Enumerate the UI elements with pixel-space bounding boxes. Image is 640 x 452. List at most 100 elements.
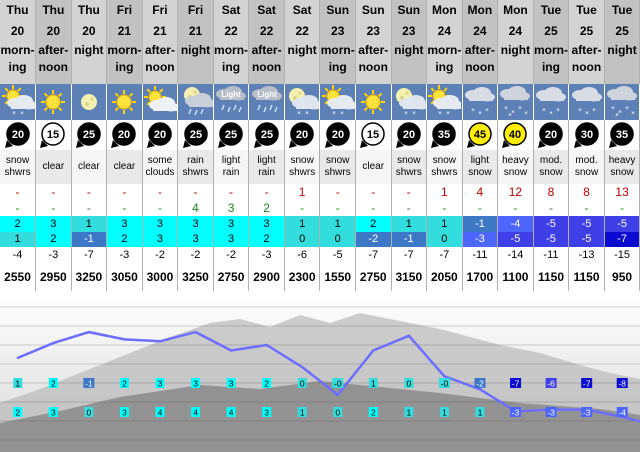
temp-label: 2 — [13, 407, 23, 418]
period-header: Thu 20 morn- ing — [0, 0, 37, 84]
weather-icon-cell — [35, 84, 72, 120]
temp-label: 1 — [439, 407, 449, 418]
wind-cell: 20 — [533, 120, 570, 150]
period-header: Mon 24 night — [497, 0, 534, 84]
period-time: night — [287, 43, 317, 57]
svg-text:15: 15 — [47, 129, 59, 141]
period-header: Sat 22 morn- ing — [213, 0, 250, 84]
rain-amount: - — [0, 200, 37, 216]
period-date: 24 — [473, 24, 487, 38]
svg-text:*: * — [439, 110, 443, 118]
freezing-level-point — [407, 334, 411, 337]
svg-text:3: 3 — [229, 379, 234, 389]
max-temp: 1 — [426, 216, 463, 232]
svg-text:*: * — [447, 110, 451, 118]
rain-amount: - — [284, 200, 321, 216]
temp-label: -6 — [545, 378, 557, 389]
wind-cell: 25 — [248, 120, 285, 150]
period-time: after- noon — [251, 43, 282, 74]
svg-text:*: * — [512, 109, 516, 117]
sun-icon — [41, 90, 66, 114]
freezing-level-point — [87, 330, 91, 334]
period-header: Tue 25 night — [604, 0, 640, 84]
period-day: Sat — [257, 3, 276, 17]
freezing-level: 1100 — [497, 263, 534, 291]
period-date: 22 — [295, 24, 309, 38]
period-day: Thu — [42, 3, 65, 17]
svg-text:2: 2 — [122, 379, 127, 389]
rain-amount-row: -----432---------- — [0, 200, 640, 216]
min-temp: 0 — [426, 232, 463, 247]
freezing-level-point — [16, 356, 19, 360]
period-header-row: Thu 20 morn- ing Thu 20 after- noon Thu 20 night… — [0, 0, 640, 84]
temp-label: -4 — [616, 407, 628, 418]
summary-cell: snow shwrs — [284, 150, 321, 184]
moon-snow-icon: * * — [395, 88, 426, 118]
period-header: Fri 21 after- noon — [142, 0, 179, 84]
cloud-snow-icon: * * * — [535, 87, 566, 118]
period-day: Fri — [116, 3, 133, 17]
wind-chill: -7 — [391, 247, 428, 263]
freezing-level: 3250 — [71, 263, 108, 291]
svg-text:3: 3 — [193, 379, 198, 389]
svg-text:*: * — [305, 110, 309, 118]
snow-amount: 4 — [462, 184, 499, 200]
period-time: night — [74, 43, 104, 57]
svg-text:1: 1 — [442, 408, 447, 418]
svg-text:25: 25 — [189, 129, 201, 141]
snow-amount: 8 — [568, 184, 605, 200]
period-time: night — [180, 43, 211, 57]
svg-text:-7: -7 — [512, 379, 520, 389]
weather-icon-cell: * * — [391, 84, 428, 120]
period-day: Tue — [611, 3, 633, 17]
wind-cell: 25 — [177, 120, 214, 150]
min-temp: 2 — [248, 232, 285, 247]
temp-label: 3 — [226, 378, 236, 389]
svg-text:-0: -0 — [334, 379, 342, 389]
wind-chill: -7 — [426, 247, 463, 263]
period-date: 21 — [153, 24, 167, 38]
wind-chill: -2 — [142, 247, 179, 263]
rain-amount: - — [106, 200, 143, 216]
rain-amount: - — [391, 200, 428, 216]
svg-text:20: 20 — [11, 129, 23, 141]
period-time: after- noon — [38, 43, 69, 74]
max-temp: 3 — [106, 216, 143, 232]
max-temp: 1 — [319, 216, 356, 232]
wind-cell: 30 — [568, 120, 605, 150]
wind-chill: -7 — [71, 247, 108, 263]
svg-text:*: * — [615, 112, 619, 119]
freezing-level-point — [229, 349, 233, 352]
svg-text:3: 3 — [122, 408, 127, 418]
wind-arrow-icon: 40 — [502, 122, 528, 148]
snow-amount: 8 — [533, 184, 570, 200]
rain-amount: - — [142, 200, 179, 216]
wind-chill: -7 — [355, 247, 392, 263]
temp-label: 0 — [404, 378, 414, 389]
summary-cell: heavy snow — [604, 150, 640, 184]
max-temp: 1 — [391, 216, 428, 232]
wind-chill: -11 — [462, 247, 499, 263]
freezing-level: 2750 — [213, 263, 250, 291]
summary-cell: light snow — [462, 150, 499, 184]
period-time: morn- ing — [533, 43, 568, 74]
temp-label: 3 — [119, 407, 129, 418]
wind-arrow-icon: 35 — [609, 122, 634, 148]
period-time: morn- ing — [107, 43, 142, 74]
rain-amount: 3 — [213, 200, 250, 216]
max-temp: 3 — [35, 216, 72, 232]
temp-label: -2 — [474, 378, 486, 389]
svg-text:-2: -2 — [476, 379, 484, 389]
period-date: 20 — [46, 24, 60, 38]
weather-icon-cell: * * * — [533, 84, 570, 120]
wind-cell: 20 — [142, 120, 179, 150]
weather-icon-cell: * * * — [568, 84, 605, 120]
min-temp: 0 — [284, 232, 321, 247]
sun-cloud-snow-icon: * * — [1, 85, 35, 118]
freezing-level: 3000 — [142, 263, 179, 291]
svg-text:40: 40 — [509, 129, 521, 141]
wind-cell: 20 — [391, 120, 428, 150]
max-temp: 1 — [71, 216, 108, 232]
cloud-rain-icon: Light — [216, 86, 247, 113]
svg-text:*: * — [404, 110, 408, 118]
